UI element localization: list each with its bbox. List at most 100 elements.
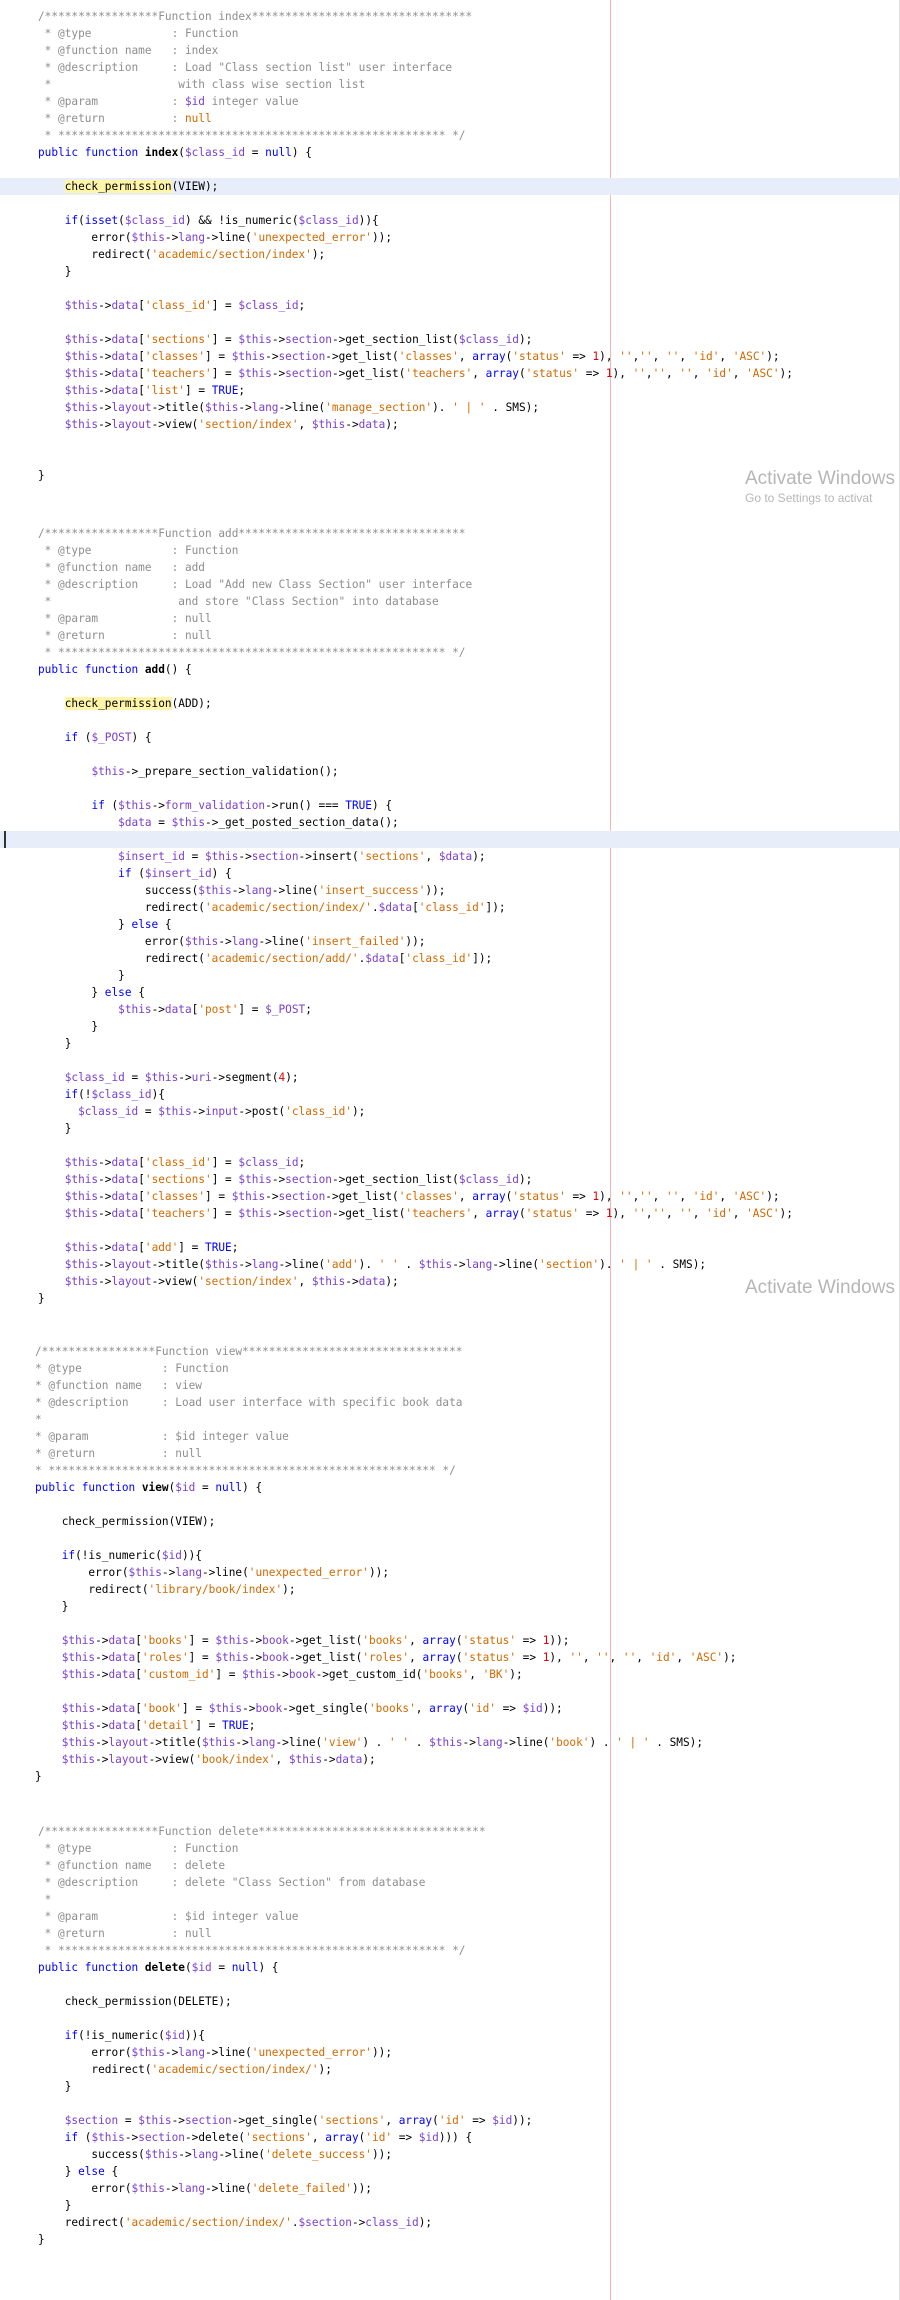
code-line: * @type : Function bbox=[0, 542, 900, 559]
code-token: if bbox=[64, 214, 79, 227]
code-token: delete bbox=[144, 1961, 185, 1974]
code-token: data bbox=[358, 418, 386, 431]
code-token: ->line( bbox=[275, 1736, 323, 1749]
code-token: )); bbox=[351, 2182, 372, 2195]
code-token: lang bbox=[475, 1736, 503, 1749]
code-token: * @function name : add bbox=[38, 561, 205, 574]
code-token: ] = bbox=[184, 384, 212, 397]
code-token: * bbox=[35, 1413, 42, 1426]
code-line: $this->data['custom_id'] = $this->book->… bbox=[0, 1666, 900, 1683]
code-token: , bbox=[458, 1190, 473, 1203]
code-line: redirect('library/book/index'); bbox=[0, 1581, 900, 1598]
code-line: $this->data['classes'] = $this->section-… bbox=[0, 1188, 900, 1205]
code-token: ), bbox=[612, 1207, 633, 1220]
code-token: 'teachers' bbox=[144, 367, 212, 380]
code-token: 'section/index' bbox=[198, 418, 299, 431]
code-token: , bbox=[385, 2114, 399, 2127]
code-line: $this->layout->title($this->lang->line('… bbox=[0, 399, 900, 416]
code-token: -> bbox=[98, 333, 112, 346]
code-token: (ADD); bbox=[171, 697, 212, 710]
code-token: * **************************************… bbox=[38, 646, 466, 659]
code-token: $this bbox=[64, 384, 99, 397]
code-line: * **************************************… bbox=[0, 127, 900, 144]
code-token: $this bbox=[64, 418, 99, 431]
code-line: * @return : null bbox=[0, 1445, 900, 1462]
code-token: (! bbox=[78, 1088, 92, 1101]
code-token: ' ' bbox=[389, 1736, 410, 1749]
code-token: (!is_numeric( bbox=[78, 2029, 165, 2042]
code-token: ->_get_posted_section_data(); bbox=[205, 816, 399, 829]
code-line: $this->data['list'] = TRUE; bbox=[0, 382, 900, 399]
code-token: section bbox=[285, 333, 332, 346]
code-token: * @return : null bbox=[38, 629, 212, 642]
code-token: section bbox=[251, 850, 299, 863]
code-token: view bbox=[141, 1481, 169, 1494]
code-line: $this->data['class_id'] = $class_id; bbox=[0, 1154, 900, 1171]
code-token: ->post( bbox=[238, 1105, 286, 1118]
code-token: lang bbox=[178, 2182, 205, 2195]
code-line: /*****************Function add**********… bbox=[0, 525, 900, 542]
code-token: 'status' bbox=[525, 367, 580, 380]
code-token: 'id' bbox=[649, 1651, 677, 1664]
code-token: [ bbox=[138, 333, 145, 346]
code-token: $this bbox=[238, 367, 272, 380]
code-token: if bbox=[91, 799, 105, 812]
code-token: $this bbox=[61, 1702, 96, 1715]
code-token: '' bbox=[619, 1190, 633, 1203]
code-token: [ bbox=[138, 350, 145, 363]
code-token: -> bbox=[161, 1566, 176, 1579]
code-token: ->get_list( bbox=[288, 1651, 363, 1664]
code-token: ; bbox=[298, 299, 306, 312]
code-token: 'sections' bbox=[245, 2131, 312, 2144]
code-token: -> bbox=[178, 1071, 192, 1084]
code-token: ->get_section_list( bbox=[331, 1173, 459, 1186]
code-token: $section bbox=[64, 2114, 119, 2127]
code-token: 'book' bbox=[549, 1736, 590, 1749]
code-token: $this bbox=[311, 418, 346, 431]
code-token: ->line( bbox=[205, 2046, 252, 2059]
code-token: $this bbox=[64, 299, 99, 312]
code-token: data bbox=[108, 1634, 136, 1647]
code-token: 'roles' bbox=[141, 1651, 189, 1664]
code-token: data bbox=[111, 1156, 139, 1169]
code-token: array bbox=[422, 1651, 456, 1664]
code-line: redirect('academic/section/index/'); bbox=[0, 2061, 900, 2078]
code-token: , bbox=[645, 367, 653, 380]
code-token: . SMS); bbox=[649, 1736, 704, 1749]
code-token: [ bbox=[135, 1702, 142, 1715]
code-token: add bbox=[144, 663, 165, 676]
code-token: , bbox=[676, 1651, 690, 1664]
code-line: $class_id = $this->input->post('class_id… bbox=[0, 1103, 900, 1120]
watermark-title: Activate Windows bbox=[745, 468, 895, 489]
code-token: 'ASC' bbox=[746, 367, 780, 380]
code-token: lang bbox=[248, 1736, 276, 1749]
code-line: } bbox=[0, 1018, 900, 1035]
code-token: ). bbox=[358, 1258, 379, 1271]
code-token: 'view' bbox=[322, 1736, 363, 1749]
code-line: $this->data['class_id'] = $class_id; bbox=[0, 297, 900, 314]
code-token: data bbox=[111, 333, 139, 346]
code-token: ; bbox=[305, 1003, 312, 1016]
code-token: ->get_list( bbox=[325, 1190, 399, 1203]
code-token: /*****************Function view*********… bbox=[35, 1345, 463, 1358]
code-token: $this bbox=[131, 2182, 165, 2195]
code-token: -> bbox=[231, 884, 246, 897]
code-token: $this bbox=[64, 333, 99, 346]
code-token: => bbox=[392, 2131, 419, 2144]
code-token: $this bbox=[91, 2131, 125, 2144]
code-token: * bbox=[38, 1893, 52, 1906]
code-token: $this bbox=[215, 1651, 249, 1664]
code-token: lang bbox=[245, 884, 272, 897]
code-token: ); bbox=[351, 1105, 366, 1118]
code-token: -> bbox=[98, 1156, 112, 1169]
watermark-subtitle: Go to Settings to activat bbox=[745, 491, 873, 505]
code-token: '' bbox=[665, 350, 680, 363]
code-token: } bbox=[38, 2233, 45, 2246]
code-token: ] = bbox=[211, 367, 239, 380]
